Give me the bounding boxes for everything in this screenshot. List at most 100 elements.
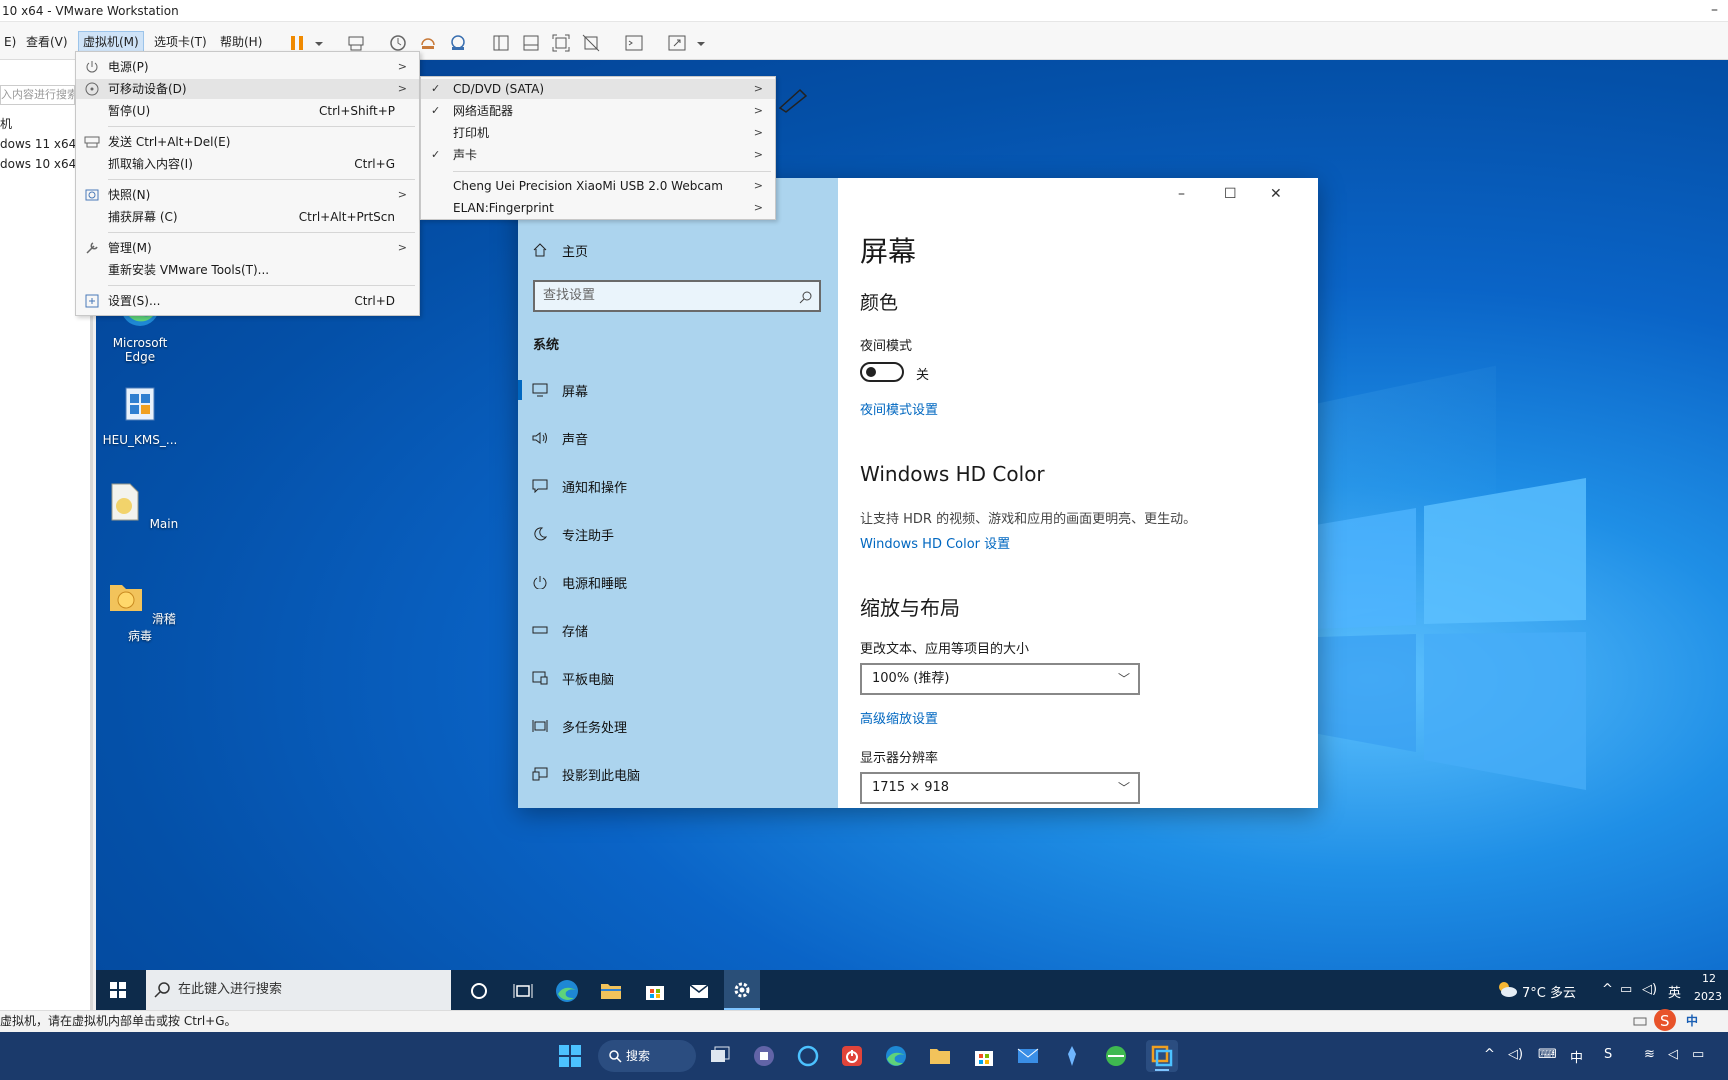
chevron-up-icon[interactable]: ^ bbox=[1602, 982, 1613, 997]
console-view-icon[interactable] bbox=[623, 32, 643, 52]
advanced-scale-link[interactable]: 高级缩放设置 bbox=[860, 708, 938, 727]
scale-select[interactable]: 100% (推荐) ﹀ bbox=[860, 663, 1140, 695]
thumbnail-bar-icon[interactable] bbox=[520, 32, 540, 52]
cortana-icon[interactable] bbox=[466, 978, 492, 1004]
nav-home[interactable]: 主页 bbox=[532, 238, 588, 262]
guest-clock-date[interactable]: 2023 bbox=[1694, 990, 1722, 1003]
submenu-sound-card[interactable]: ✓ 声卡 > bbox=[421, 145, 775, 165]
host-sogou-icon[interactable]: S bbox=[1604, 1047, 1612, 1062]
pause-icon[interactable] bbox=[286, 32, 306, 52]
settings-minimize-button[interactable]: – bbox=[1178, 186, 1185, 202]
desktop-icon-main[interactable]: Main bbox=[100, 480, 180, 531]
host-windows-icon[interactable] bbox=[558, 1044, 582, 1068]
file-explorer-icon[interactable] bbox=[598, 978, 624, 1004]
vm-menu-power[interactable]: 电源(P) > bbox=[76, 57, 419, 77]
nav-notifications[interactable]: 通知和操作 bbox=[532, 474, 627, 498]
nav-power[interactable]: 电源和睡眠 bbox=[532, 570, 627, 594]
volume-icon[interactable]: ◁) bbox=[1642, 982, 1657, 997]
settings-close-button[interactable]: ✕ bbox=[1270, 186, 1282, 202]
host-browser-icon[interactable] bbox=[1104, 1044, 1128, 1068]
edge-icon[interactable] bbox=[554, 978, 580, 1004]
host-power-app-icon[interactable] bbox=[840, 1044, 864, 1068]
store-icon[interactable] bbox=[642, 978, 668, 1004]
snapshot-icon[interactable] bbox=[387, 32, 407, 52]
ime-indicator[interactable]: 英 bbox=[1668, 982, 1681, 1001]
network-icon[interactable]: ▭ bbox=[1620, 982, 1632, 997]
host-cortana-icon[interactable] bbox=[796, 1044, 820, 1068]
host-ime-indicator[interactable]: 中 bbox=[1570, 1047, 1583, 1066]
desktop-icon-heu-kms[interactable]: HEU_KMS_... bbox=[100, 382, 180, 447]
sogou-ime-icon[interactable]: S bbox=[1652, 1007, 1678, 1033]
printer-status-icon[interactable] bbox=[1632, 1014, 1648, 1028]
vm-menu-capture-screen[interactable]: 捕获屏幕 (C) Ctrl+Alt+PrtScn bbox=[76, 207, 419, 227]
ime-chinese-indicator[interactable]: 中 bbox=[1686, 1011, 1698, 1031]
resolution-select[interactable]: 1715 × 918 ﹀ bbox=[860, 772, 1140, 804]
library-item-win10[interactable]: dows 10 x64 bbox=[0, 157, 76, 171]
nav-project[interactable]: 投影到此电脑 bbox=[532, 762, 640, 786]
vm-menu-reinstall-tools[interactable]: 重新安装 VMware Tools(T)... bbox=[76, 260, 419, 280]
desktop-icon-virus[interactable]: 滑稽病毒 bbox=[100, 575, 180, 644]
weather-text[interactable]: 7°C 多云 bbox=[1522, 982, 1576, 1001]
menu-view[interactable]: 查看(V) bbox=[22, 31, 72, 53]
send-ctrl-alt-del-icon[interactable] bbox=[345, 32, 365, 52]
submenu-fingerprint[interactable]: ELAN:Fingerprint > bbox=[421, 198, 775, 218]
night-mode-settings-link[interactable]: 夜间模式设置 bbox=[860, 399, 938, 418]
revert-snapshot-icon[interactable] bbox=[417, 32, 437, 52]
vm-menu-removable-devices[interactable]: 可移动设备(D) > bbox=[76, 79, 419, 99]
settings-maximize-button[interactable]: ☐ bbox=[1224, 186, 1237, 202]
menu-vm[interactable]: 虚拟机(M) bbox=[78, 31, 144, 53]
host-battery-icon[interactable]: ▭ bbox=[1692, 1047, 1704, 1062]
library-search-input[interactable]: 入内容进行搜索 bbox=[0, 85, 75, 105]
weather-icon[interactable] bbox=[1496, 980, 1518, 1002]
vm-menu-settings[interactable]: 设置(S)... Ctrl+D bbox=[76, 291, 419, 311]
library-item-win11[interactable]: dows 11 x64 ( bbox=[0, 137, 85, 151]
settings-taskbar-button[interactable] bbox=[724, 970, 760, 1010]
full-screen-icon[interactable] bbox=[550, 32, 570, 52]
host-chevron-up-icon[interactable]: ^ bbox=[1484, 1047, 1495, 1062]
submenu-network-adapter[interactable]: ✓ 网络适配器 > bbox=[421, 101, 775, 121]
host-teams-icon[interactable] bbox=[752, 1044, 776, 1068]
minimize-button[interactable]: – bbox=[1711, 2, 1718, 18]
host-search-button[interactable]: 搜索 bbox=[598, 1040, 696, 1072]
mail-icon[interactable] bbox=[686, 978, 712, 1004]
submenu-webcam[interactable]: Cheng Uei Precision XiaoMi USB 2.0 Webca… bbox=[421, 176, 775, 196]
guest-clock-time[interactable]: 12 bbox=[1702, 972, 1716, 985]
host-pin-app-icon[interactable] bbox=[1060, 1044, 1084, 1068]
vm-menu-send-cad[interactable]: 发送 Ctrl+Alt+Del(E) bbox=[76, 132, 419, 152]
settings-search-input[interactable]: 查找设置 bbox=[533, 280, 821, 312]
nav-sound[interactable]: 声音 bbox=[532, 426, 588, 450]
host-keyboard-icon[interactable]: ⌨ bbox=[1538, 1047, 1557, 1062]
submenu-cd-dvd[interactable]: ✓ CD/DVD (SATA) > bbox=[421, 79, 775, 99]
submenu-printer[interactable]: 打印机 > bbox=[421, 123, 775, 143]
hdr-settings-link[interactable]: Windows HD Color 设置 bbox=[860, 533, 1010, 552]
start-button[interactable] bbox=[110, 982, 126, 1001]
show-library-icon[interactable] bbox=[490, 32, 510, 52]
stretch-guest-icon[interactable] bbox=[666, 32, 686, 52]
nav-tablet[interactable]: 平板电脑 bbox=[532, 666, 614, 690]
vm-menu-manage[interactable]: 管理(M) > bbox=[76, 238, 419, 258]
vm-menu-snapshot[interactable]: 快照(N) > bbox=[76, 185, 419, 205]
library-item-my-computer[interactable]: 机 bbox=[0, 115, 12, 132]
host-mail-icon[interactable] bbox=[1016, 1044, 1040, 1068]
menu-help[interactable]: 帮助(H) bbox=[216, 31, 266, 53]
host-vmware-icon[interactable] bbox=[1146, 1040, 1178, 1072]
host-store-icon[interactable] bbox=[972, 1044, 996, 1068]
nav-multitasking[interactable]: 多任务处理 bbox=[532, 714, 627, 738]
host-task-view-icon[interactable] bbox=[708, 1044, 732, 1068]
unity-icon[interactable] bbox=[580, 32, 600, 52]
vm-menu-grab-input[interactable]: 抓取输入内容(I) Ctrl+G bbox=[76, 154, 419, 174]
snapshot-manager-icon[interactable] bbox=[447, 32, 467, 52]
nav-storage[interactable]: 存储 bbox=[532, 618, 588, 642]
menu-tabs[interactable]: 选项卡(T) bbox=[150, 31, 211, 53]
night-mode-toggle[interactable] bbox=[860, 362, 904, 382]
stretch-dropdown-icon[interactable] bbox=[690, 32, 705, 52]
guest-search-box[interactable]: 在此键入进行搜索 bbox=[146, 970, 451, 1010]
host-speaker-icon[interactable]: ◁ bbox=[1668, 1047, 1678, 1062]
task-view-icon[interactable] bbox=[510, 978, 536, 1004]
host-file-explorer-icon[interactable] bbox=[928, 1044, 952, 1068]
host-edge-icon[interactable] bbox=[884, 1044, 908, 1068]
vm-menu-pause[interactable]: 暂停(U) Ctrl+Shift+P bbox=[76, 101, 419, 121]
nav-focus-assist[interactable]: 专注助手 bbox=[532, 522, 614, 546]
pause-dropdown-icon[interactable] bbox=[308, 32, 323, 52]
host-wifi-icon[interactable]: ≋ bbox=[1644, 1047, 1655, 1062]
